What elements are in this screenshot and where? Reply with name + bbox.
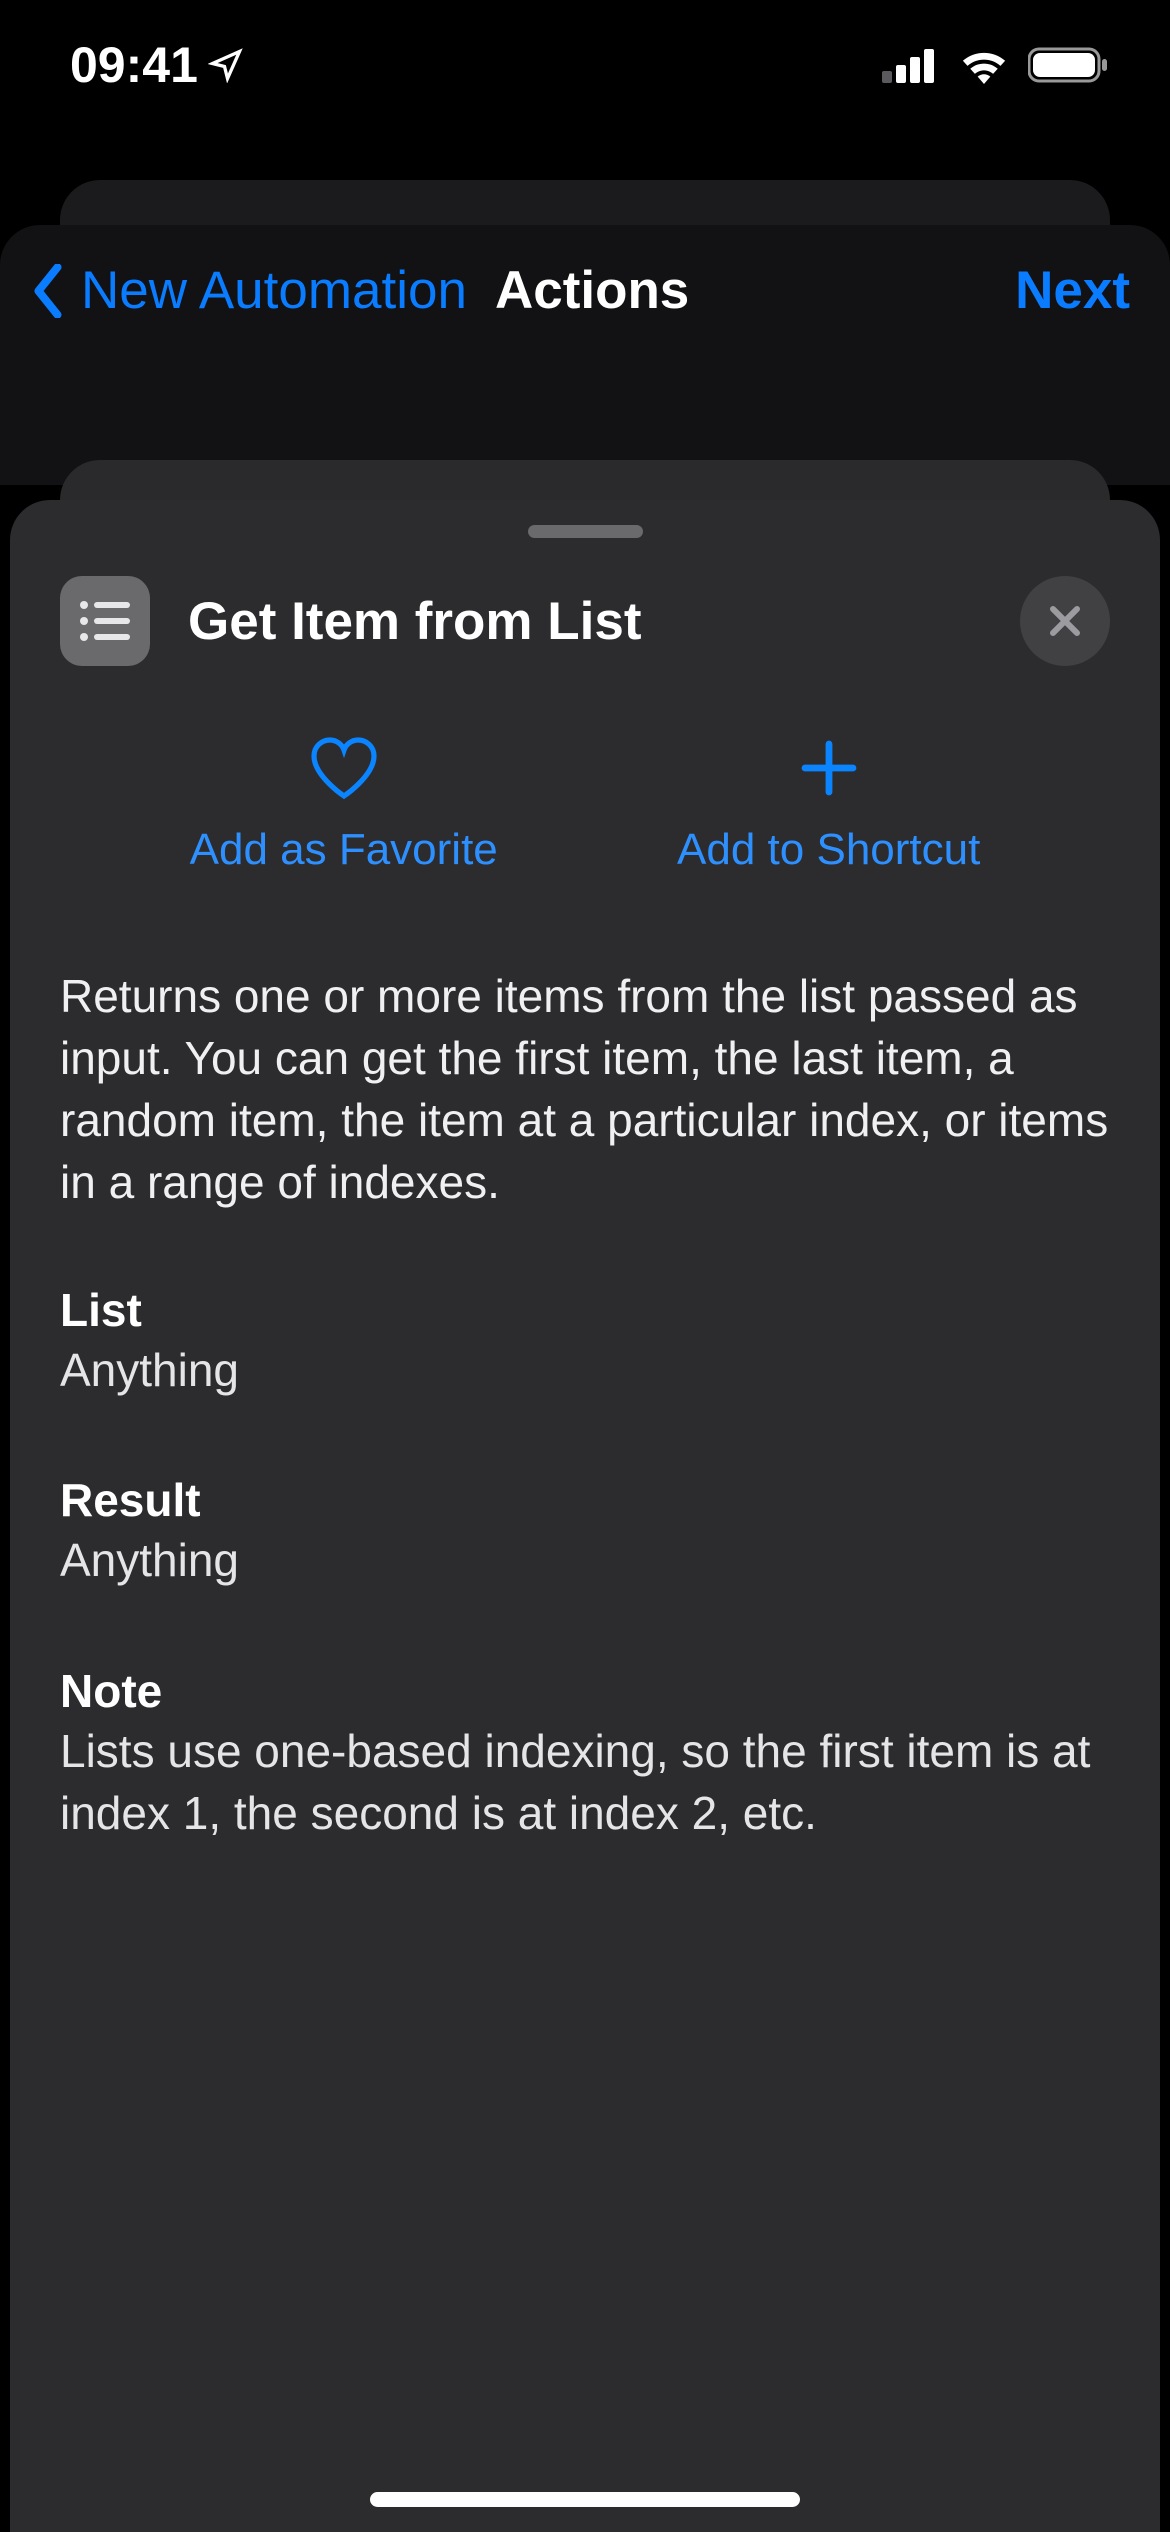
sheet-actions-row: Add as Favorite Add to Shortcut — [60, 736, 1110, 875]
favorite-label: Add as Favorite — [190, 825, 498, 875]
list-value: Anything — [60, 1339, 1110, 1401]
sheet-header: Get Item from List — [60, 576, 1110, 666]
location-icon — [208, 47, 244, 83]
status-time: 09:41 — [70, 36, 244, 94]
home-indicator[interactable] — [370, 2492, 800, 2507]
section-result: Result Anything — [60, 1473, 1110, 1591]
section-list: List Anything — [60, 1283, 1110, 1401]
action-description: Returns one or more items from the list … — [60, 965, 1110, 1213]
add-to-shortcut-button[interactable]: Add to Shortcut — [677, 736, 980, 875]
wifi-icon — [958, 46, 1010, 84]
section-note: Note Lists use one-based indexing, so th… — [60, 1664, 1110, 1844]
back-button[interactable]: New Automation — [30, 260, 467, 321]
nav-title: Actions — [495, 260, 689, 321]
result-heading: Result — [60, 1473, 1110, 1527]
close-icon — [1045, 601, 1085, 641]
next-button[interactable]: Next — [1015, 260, 1130, 321]
status-indicators — [882, 46, 1110, 84]
chevron-left-icon — [30, 264, 66, 318]
sheet-title: Get Item from List — [188, 591, 642, 652]
battery-icon — [1028, 46, 1110, 84]
plus-icon — [797, 736, 861, 800]
status-bar: 09:41 — [0, 0, 1170, 130]
list-heading: List — [60, 1283, 1110, 1337]
add-as-favorite-button[interactable]: Add as Favorite — [190, 736, 498, 875]
cellular-icon — [882, 47, 940, 83]
heart-icon — [308, 736, 380, 800]
close-button[interactable] — [1020, 576, 1110, 666]
result-value: Anything — [60, 1529, 1110, 1591]
detail-sheet: Get Item from List Add as Favorite Add t… — [10, 500, 1160, 2532]
note-value: Lists use one-based indexing, so the fir… — [60, 1720, 1110, 1844]
nav-bar: New Automation Actions Next — [0, 225, 1170, 485]
note-heading: Note — [60, 1664, 1110, 1718]
status-time-text: 09:41 — [70, 36, 198, 94]
list-icon — [60, 576, 150, 666]
shortcut-label: Add to Shortcut — [677, 825, 980, 875]
sheet-grabber[interactable] — [528, 525, 643, 538]
back-label: New Automation — [81, 260, 467, 321]
